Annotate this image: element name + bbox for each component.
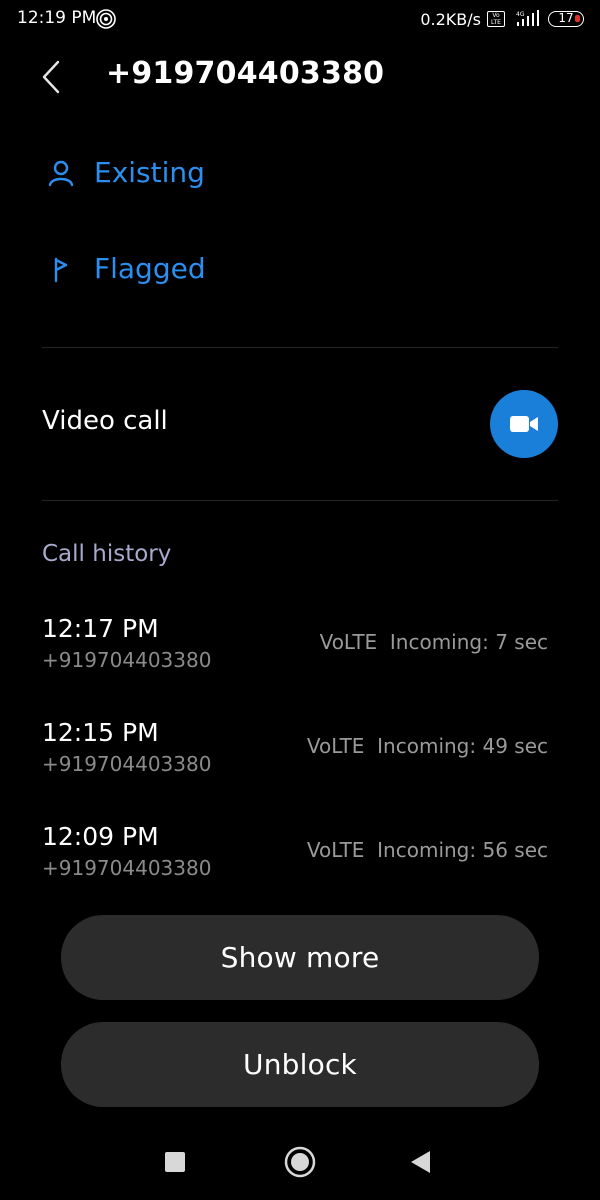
square-icon[interactable]: [165, 1152, 185, 1172]
back-button[interactable]: [38, 58, 68, 96]
person-icon: [48, 160, 74, 186]
show-more-button[interactable]: Show more: [61, 915, 539, 1000]
divider: [42, 347, 558, 348]
tag-existing[interactable]: Existing: [48, 156, 205, 189]
battery-level: 17: [558, 11, 574, 25]
battery-icon: 17: [548, 11, 584, 27]
flag-icon: [54, 257, 68, 282]
battery-fill: [575, 15, 580, 22]
call-detail: VoLTE Incoming: 7 sec: [319, 630, 548, 654]
video-camera-icon: [510, 416, 538, 432]
navigation-bar: [0, 1120, 600, 1200]
call-time: 12:09 PM: [42, 822, 159, 851]
call-time: 12:15 PM: [42, 718, 159, 747]
call-detail: VoLTE Incoming: 56 sec: [306, 838, 548, 862]
call-history-header: Call history: [42, 541, 172, 567]
call-number: +919704403380: [42, 648, 212, 672]
unblock-button[interactable]: Unblock: [61, 1022, 539, 1107]
video-call-label: Video call: [42, 406, 168, 436]
call-number: +919704403380: [42, 856, 212, 880]
tag-existing-label: Existing: [94, 156, 205, 189]
status-indicators: 0.2KB/s Vo LTE 4G 17: [420, 7, 584, 31]
circle-icon[interactable]: [283, 1145, 317, 1179]
call-history-item[interactable]: 12:15 PM +919704403380 VoLTE Incoming: 4…: [42, 718, 548, 788]
tag-flagged-label: Flagged: [94, 252, 206, 285]
network-type: 4G: [516, 11, 525, 18]
call-number: +919704403380: [42, 752, 212, 776]
tag-flagged[interactable]: Flagged: [48, 252, 206, 285]
call-history-item[interactable]: 12:09 PM +919704403380 VoLTE Incoming: 5…: [42, 822, 548, 892]
signal-icon: 4G: [516, 10, 539, 26]
status-bar: 12:19 PM 0.2KB/s Vo LTE 4G 17: [0, 0, 600, 38]
call-time: 12:17 PM: [42, 614, 159, 643]
divider: [42, 500, 558, 501]
call-detail: VoLTE Incoming: 49 sec: [306, 734, 548, 758]
chevron-left-icon: [42, 60, 60, 94]
net-speed: 0.2KB/s: [420, 9, 481, 29]
triangle-back-icon[interactable]: [408, 1149, 432, 1175]
hotspot-icon: [96, 9, 116, 29]
status-time: 12:19 PM: [17, 8, 97, 28]
volte-badge: Vo LTE: [487, 11, 505, 27]
call-history-item[interactable]: 12:17 PM +919704403380 VoLTE Incoming: 7…: [42, 614, 548, 684]
video-call-button[interactable]: [490, 390, 558, 458]
page-title: +919704403380: [106, 56, 385, 91]
